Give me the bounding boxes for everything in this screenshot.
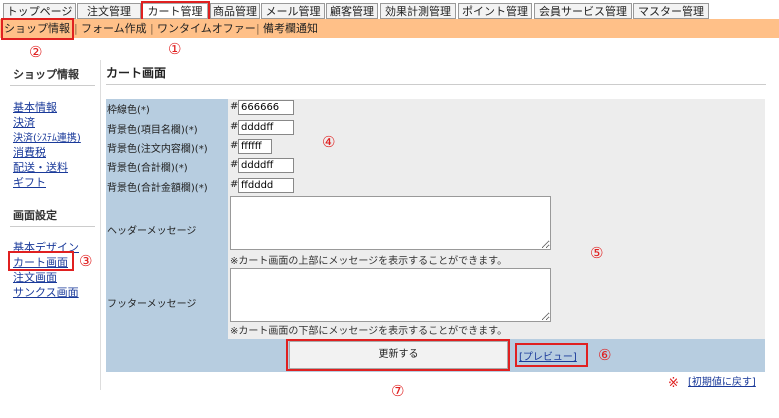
- highlight-shop-info: [1, 18, 74, 40]
- sidebar-item-order-screen[interactable]: 注文画面: [13, 269, 57, 285]
- label-footer-message: フッターメッセージ: [107, 299, 197, 310]
- annotation-4: ④: [322, 133, 336, 151]
- sidebar-border: [100, 60, 101, 390]
- sidebar-divider: [10, 85, 95, 86]
- sidebar-item-payment[interactable]: 決済: [13, 114, 35, 130]
- highlight-cart-screen: [8, 251, 74, 271]
- subnav-separator: |: [256, 22, 260, 35]
- tab-member-service[interactable]: 会員サービス管理: [534, 3, 632, 19]
- sidebar-item-gift[interactable]: ギフト: [13, 174, 46, 190]
- footer-message-textarea[interactable]: [230, 268, 551, 322]
- sub-nav: ショップ情報 | フォーム作成 | ワンタイムオファー | 備考欄通知: [0, 19, 779, 38]
- tab-master-management[interactable]: マスター管理: [633, 3, 709, 19]
- label-bg-item-name: 背景色(項目名欄)(*): [107, 125, 198, 136]
- sidebar-item-payment-system[interactable]: 決済(ｼｽﾃﾑ連携): [13, 129, 81, 144]
- highlight-update-button: [286, 339, 510, 371]
- highlight-preview-link: [515, 343, 588, 367]
- header-message-note: ※カート画面の上部にメッセージを表示することができます。: [230, 256, 508, 267]
- sidebar-item-basic-info[interactable]: 基本情報: [13, 99, 57, 115]
- label-header-message: ヘッダーメッセージ: [107, 226, 197, 237]
- annotation-5: ⑤: [590, 244, 604, 262]
- sidebar-title-screen-settings: 画面設定: [13, 209, 57, 222]
- annotation-3: ③: [79, 252, 93, 270]
- tab-mail-management[interactable]: メール管理: [261, 3, 325, 19]
- label-bg-total: 背景色(合計欄)(*): [107, 163, 188, 174]
- bg-total-input[interactable]: [238, 158, 294, 173]
- bg-item-name-input[interactable]: [238, 120, 294, 135]
- label-bg-order-content: 背景色(注文内容欄)(*): [107, 144, 208, 155]
- annotation-2: ②: [29, 43, 43, 61]
- subnav-onetime-offer[interactable]: ワンタイムオファー: [157, 19, 256, 38]
- header-message-textarea[interactable]: [230, 196, 551, 250]
- subnav-form-create[interactable]: フォーム作成: [81, 19, 147, 38]
- bg-total-amount-input[interactable]: [238, 178, 294, 193]
- label-bg-total-amount: 背景色(合計金額欄)(*): [107, 183, 208, 194]
- sidebar-item-tax[interactable]: 消費税: [13, 144, 46, 160]
- tab-customer-management[interactable]: 顧客管理: [326, 3, 378, 19]
- sidebar-divider: [10, 226, 95, 227]
- tab-order-management[interactable]: 注文管理: [77, 3, 141, 19]
- label-border-color: 枠線色(*): [107, 105, 150, 116]
- reset-mark: ※: [668, 376, 679, 391]
- annotation-6: ⑥: [598, 346, 612, 364]
- bg-order-content-input[interactable]: [238, 139, 272, 154]
- reset-link[interactable]: [初期値に戻す]: [688, 373, 756, 388]
- border-color-input[interactable]: [238, 100, 294, 115]
- annotation-7: ⑦: [391, 382, 405, 400]
- tab-effect-measurement[interactable]: 効果計測管理: [380, 3, 456, 19]
- sidebar-item-shipping[interactable]: 配送・送料: [13, 159, 68, 175]
- title-divider: [106, 84, 766, 85]
- tab-top-page[interactable]: トップページ: [3, 3, 76, 19]
- tab-product-management[interactable]: 商品管理: [210, 3, 260, 19]
- page-title: カート画面: [106, 66, 167, 80]
- tab-point-management[interactable]: ポイント管理: [458, 3, 532, 19]
- subnav-separator: |: [150, 22, 154, 35]
- annotation-1: ①: [168, 40, 182, 58]
- subnav-remarks-notice[interactable]: 備考欄通知: [263, 19, 318, 38]
- subnav-separator: |: [74, 22, 78, 35]
- sidebar-item-thanks-screen[interactable]: サンクス画面: [13, 284, 79, 300]
- sidebar-title-shop-info: ショップ情報: [13, 68, 79, 81]
- footer-message-note: ※カート画面の下部にメッセージを表示することができます。: [230, 326, 508, 337]
